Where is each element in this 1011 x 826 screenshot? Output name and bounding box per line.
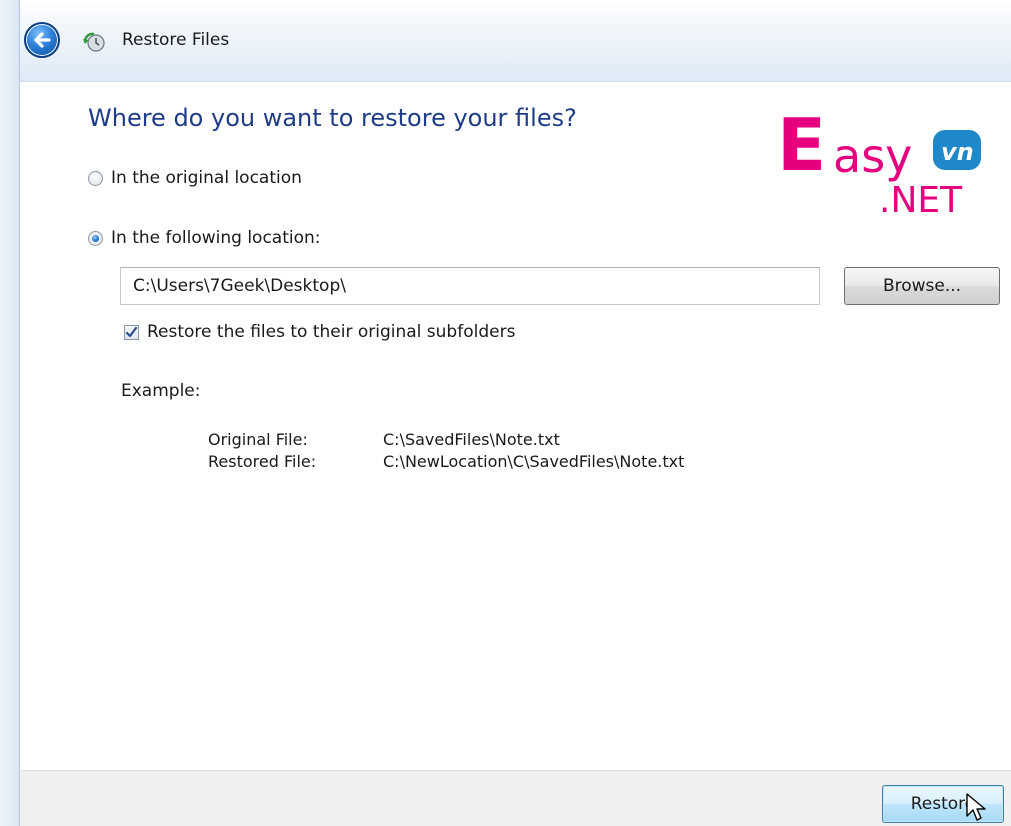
restored-file-key: Restored File:: [208, 451, 317, 471]
watermark-suffix: .NET: [879, 180, 963, 220]
example-row-restored: Restored File: C:\NewLocation\C\SavedFil…: [208, 450, 684, 472]
back-arrow-icon: [34, 32, 51, 48]
radio-original-location[interactable]: [88, 170, 103, 186]
main-content: Where do you want to restore your files?…: [20, 82, 1011, 770]
page-heading: Where do you want to restore your files?: [88, 104, 577, 132]
restore-files-icon: [83, 32, 105, 52]
option-following-location[interactable]: In the following location:: [88, 228, 321, 248]
location-input[interactable]: C:\Users\7Geek\Desktop\: [120, 267, 820, 305]
checkmark-icon: [125, 326, 138, 337]
easyvn-watermark-logo: E asy vn .NET: [777, 103, 981, 220]
watermark-brand-initial: E: [777, 103, 826, 187]
example-label: Example:: [121, 381, 201, 401]
option-original-location-label: In the original location: [111, 168, 302, 188]
watermark-badge-text: vn: [941, 138, 974, 166]
restore-subfolders-checkbox[interactable]: [124, 324, 139, 340]
mouse-pointer-icon: [966, 793, 986, 821]
browse-button[interactable]: Browse...: [844, 267, 1000, 305]
window-frame-left: [0, 0, 20, 826]
example-row-original: Original File: C:\SavedFiles\Note.txt: [208, 428, 684, 450]
watermark-brand-rest: asy: [833, 129, 912, 183]
window-title: Restore Files: [122, 30, 230, 50]
restore-subfolders-label: Restore the files to their original subf…: [147, 322, 516, 342]
restore-subfolders-option[interactable]: Restore the files to their original subf…: [124, 322, 515, 342]
radio-following-location[interactable]: [88, 230, 103, 246]
original-file-key: Original File:: [208, 429, 308, 449]
option-following-location-label: In the following location:: [111, 228, 321, 248]
restore-files-window: Restore Files Where do you want to resto…: [0, 0, 1011, 826]
footer-bar: Restore: [20, 770, 1011, 826]
title-bar: Restore Files: [20, 0, 1011, 82]
example-table: Original File: C:\SavedFiles\Note.txt Re…: [208, 428, 684, 472]
back-button[interactable]: [24, 22, 60, 58]
option-original-location[interactable]: In the original location: [88, 168, 302, 188]
original-file-value: C:\SavedFiles\Note.txt: [383, 429, 560, 449]
restored-file-value: C:\NewLocation\C\SavedFiles\Note.txt: [383, 451, 685, 471]
